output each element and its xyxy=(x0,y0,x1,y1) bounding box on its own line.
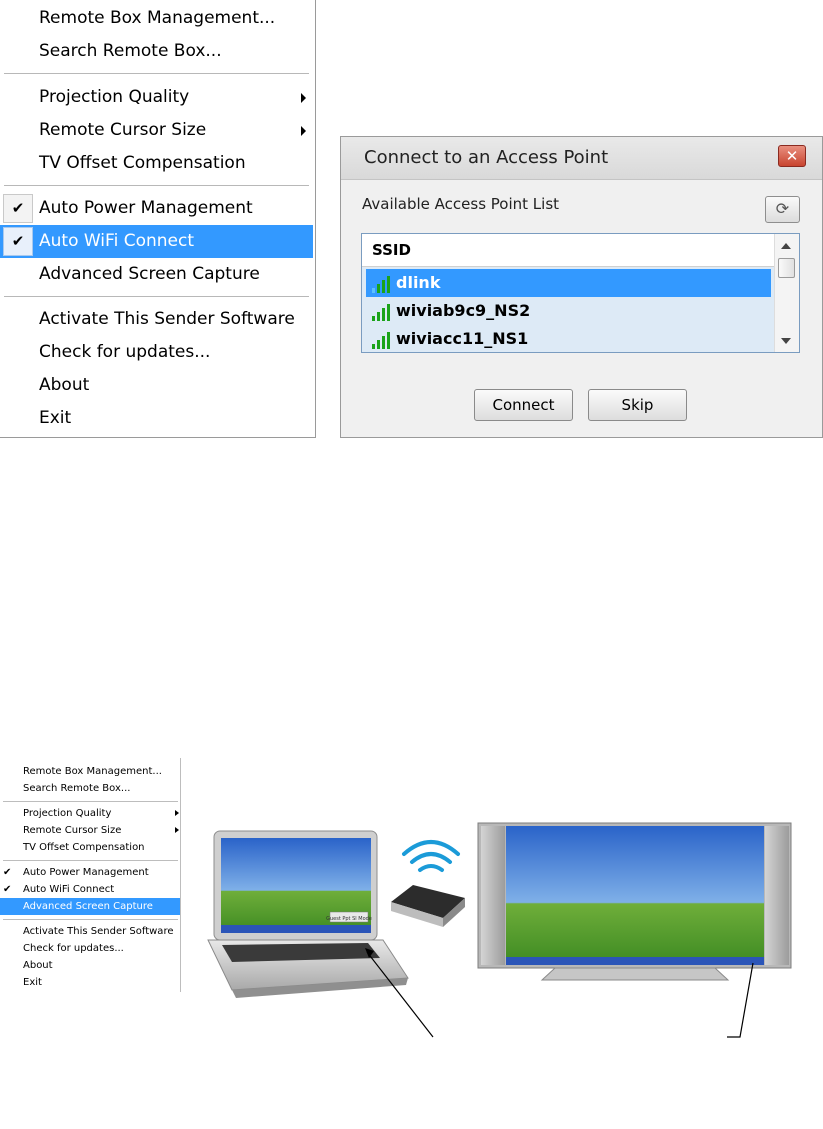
menu-item-projection-quality[interactable]: Projection Quality xyxy=(0,805,180,822)
submenu-arrow-icon xyxy=(301,126,306,136)
menu-separator xyxy=(3,860,178,861)
context-menu-large: Remote Box Management... Search Remote B… xyxy=(0,0,316,438)
menu-separator xyxy=(4,185,309,186)
menu-item-check-for-updates[interactable]: Check for updates... xyxy=(0,336,313,369)
menu-item-exit[interactable]: Exit xyxy=(0,402,313,435)
access-point-list-label: Available Access Point List xyxy=(362,195,560,213)
dialog-title-bar[interactable]: Connect to an Access Point ✕ xyxy=(341,137,822,180)
scroll-up-icon[interactable] xyxy=(781,243,791,249)
tv-monitor-icon xyxy=(477,822,792,981)
menu-item-about[interactable]: About xyxy=(0,957,180,974)
skip-button[interactable]: Skip xyxy=(588,389,687,421)
menu-item-tv-offset-compensation[interactable]: TV Offset Compensation xyxy=(0,839,180,856)
menu-item-activate-sender-software[interactable]: Activate This Sender Software xyxy=(0,303,313,336)
submenu-arrow-icon xyxy=(175,810,179,816)
menu-separator xyxy=(3,919,178,920)
menu-item-advanced-screen-capture[interactable]: Advanced Screen Capture xyxy=(0,898,180,915)
wifi-signal-icon xyxy=(372,303,394,321)
connect-access-point-dialog: Connect to an Access Point ✕ Available A… xyxy=(340,136,823,438)
laptop-icon: Guest Ppt Sl Mode xyxy=(207,830,409,998)
dialog-title: Connect to an Access Point xyxy=(364,147,609,168)
wifi-signal-icon xyxy=(372,275,394,293)
menu-item-auto-power-management[interactable]: ✔ Auto Power Management xyxy=(0,864,180,881)
menu-item-search-remote-box[interactable]: Search Remote Box... xyxy=(0,780,180,797)
menu-item-about[interactable]: About xyxy=(0,369,313,402)
menu-item-remote-box-management[interactable]: Remote Box Management... xyxy=(0,763,180,780)
checkmark-icon: ✔ xyxy=(3,867,12,878)
menu-item-advanced-screen-capture[interactable]: Advanced Screen Capture xyxy=(0,258,313,291)
wifi-signal-icon xyxy=(372,331,394,349)
ssid-column-header[interactable]: SSID xyxy=(362,234,774,267)
menu-item-exit[interactable]: Exit xyxy=(0,974,180,991)
access-point-row[interactable]: wiviab9c9_NS2 xyxy=(366,297,771,325)
receiver-box-icon xyxy=(391,885,465,927)
checkmark-icon: ✔ xyxy=(3,884,12,895)
menu-item-auto-wifi-connect[interactable]: ✔ Auto WiFi Connect xyxy=(0,225,313,258)
menu-item-activate-sender-software[interactable]: Activate This Sender Software xyxy=(0,923,180,940)
list-scrollbar[interactable] xyxy=(774,234,799,352)
menu-item-remote-cursor-size[interactable]: Remote Cursor Size xyxy=(0,114,313,147)
scroll-down-icon[interactable] xyxy=(781,338,791,344)
submenu-arrow-icon xyxy=(175,827,179,833)
menu-item-auto-wifi-connect[interactable]: ✔ Auto WiFi Connect xyxy=(0,881,180,898)
menu-item-search-remote-box[interactable]: Search Remote Box... xyxy=(0,35,313,68)
access-point-list[interactable]: SSID dlink wiviab9c9_NS2 wiviacc11_NS1 xyxy=(361,233,800,353)
menu-separator xyxy=(4,73,309,74)
access-point-row[interactable]: wiviacc11_NS1 xyxy=(366,325,771,352)
close-icon[interactable]: ✕ xyxy=(778,145,806,167)
checkmark-icon: ✔ xyxy=(3,194,33,223)
submenu-arrow-icon xyxy=(301,93,306,103)
menu-separator xyxy=(4,296,309,297)
menu-item-tv-offset-compensation[interactable]: TV Offset Compensation xyxy=(0,147,313,180)
connect-button[interactable]: Connect xyxy=(474,389,573,421)
menu-separator xyxy=(3,801,178,802)
refresh-icon[interactable]: ⟳ xyxy=(765,196,800,223)
menu-item-remote-box-management[interactable]: Remote Box Management... xyxy=(0,2,313,35)
laptop-screen-caption: Guest Ppt Sl Mode xyxy=(326,916,372,922)
menu-item-check-for-updates[interactable]: Check for updates... xyxy=(0,940,180,957)
scroll-thumb[interactable] xyxy=(778,258,795,278)
context-menu-small: Remote Box Management... Search Remote B… xyxy=(0,758,181,992)
menu-item-remote-cursor-size[interactable]: Remote Cursor Size xyxy=(0,822,180,839)
wifi-signal-icon xyxy=(402,840,460,872)
access-point-row[interactable]: dlink xyxy=(366,269,771,297)
menu-item-projection-quality[interactable]: Projection Quality xyxy=(0,81,313,114)
checkmark-icon: ✔ xyxy=(3,227,33,256)
menu-item-auto-power-management[interactable]: ✔ Auto Power Management xyxy=(0,192,313,225)
